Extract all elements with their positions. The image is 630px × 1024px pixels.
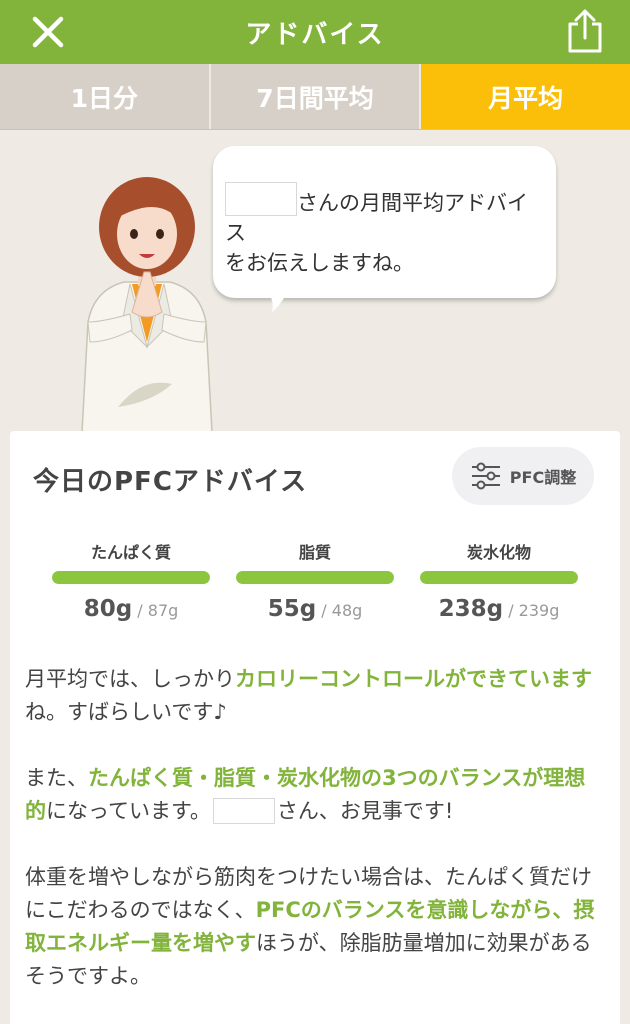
nutrient-actual: 238g — [438, 596, 504, 622]
share-icon — [568, 9, 602, 53]
nutrient-target: / 87g — [137, 601, 179, 620]
bubble-text-line2: をお伝えしますね。 — [225, 251, 414, 275]
pfc-adjust-button[interactable]: PFC調整 — [452, 447, 594, 505]
nutrient-summary: たんぱく質 80g / 87g 脂質 55g / 48g 炭水化物 238g /… — [52, 539, 582, 629]
advice-text-segment: また、 — [25, 766, 88, 790]
tab-monthly-average[interactable]: 月平均 — [421, 64, 630, 129]
advice-text-segment: ね。すばらしいです♪ — [25, 700, 227, 724]
advisor-character-illustration — [81, 177, 213, 432]
nutrient-actual: 80g — [83, 596, 133, 622]
nutrient-fat: 脂質 55g / 48g — [236, 539, 394, 622]
user-name-placeholder — [225, 182, 297, 216]
sliders-icon — [471, 462, 500, 490]
advice-text-segment: になっています。 — [46, 799, 211, 823]
nutrient-values: 55g / 48g — [236, 596, 394, 622]
advice-text-segment: さん、お見事です! — [276, 799, 454, 823]
nutrient-progress-bar — [52, 571, 210, 584]
nutrient-progress-bar — [236, 571, 394, 584]
nutrient-target: / 48g — [321, 601, 363, 620]
nutrient-label: 脂質 — [298, 543, 331, 562]
tab-daily[interactable]: 1日分 — [0, 64, 211, 129]
period-tabs: 1日分 7日間平均 月平均 — [0, 64, 630, 130]
card-title: 今日のPFCアドバイス — [33, 467, 308, 497]
user-name-placeholder — [212, 798, 275, 824]
page-title: アドバイス — [245, 19, 385, 50]
nutrient-values: 238g / 239g — [420, 596, 578, 622]
nutrient-progress-fill — [420, 571, 578, 584]
share-button[interactable] — [560, 6, 610, 56]
advice-text: 月平均では、しっかりカロリーコントロールができていますね。すばらしいです♪ また… — [25, 663, 605, 1024]
nutrient-values: 80g / 87g — [52, 596, 210, 622]
pfc-adjust-label: PFC調整 — [509, 468, 577, 487]
nutrient-target: / 239g — [508, 601, 560, 620]
tab-7day-average[interactable]: 7日間平均 — [210, 64, 422, 129]
advice-text-segment: 月平均では、しっかり — [25, 667, 235, 691]
advice-paragraph-1: 月平均では、しっかりカロリーコントロールができていますね。すばらしいです♪ — [25, 663, 605, 729]
close-button[interactable] — [26, 12, 70, 52]
nutrient-progress-fill — [236, 571, 394, 584]
app-header: アドバイス — [0, 0, 630, 64]
advice-highlight: カロリーコントロールができています — [235, 667, 592, 691]
close-icon — [32, 16, 64, 48]
nutrient-progress-bar — [420, 571, 578, 584]
nutrient-actual: 55g — [267, 596, 317, 622]
nutrient-label: 炭水化物 — [466, 543, 531, 562]
speech-bubble: さんの月間平均アドバイス をお伝えしますね。 — [213, 146, 556, 298]
speech-bubble-tail — [266, 290, 288, 312]
nutrient-protein: たんぱく質 80g / 87g — [52, 539, 210, 622]
advice-paragraph-2: また、たんぱく質・脂質・炭水化物の3つのバランスが理想的になっています。 さん、お… — [25, 762, 605, 828]
nutrient-carbs: 炭水化物 238g / 239g — [420, 539, 578, 622]
advice-paragraph-3: 体重を増やしながら筋肉をつけたい場合は、たんぱく質だけにこだわるのではなく、PF… — [25, 861, 605, 993]
nutrient-label: たんぱく質 — [90, 543, 171, 562]
nutrient-progress-fill — [52, 571, 210, 584]
pfc-advice-card: 今日のPFCアドバイス PFC調整 たんぱく質 80g / 87g 脂質 55g… — [10, 431, 620, 1024]
